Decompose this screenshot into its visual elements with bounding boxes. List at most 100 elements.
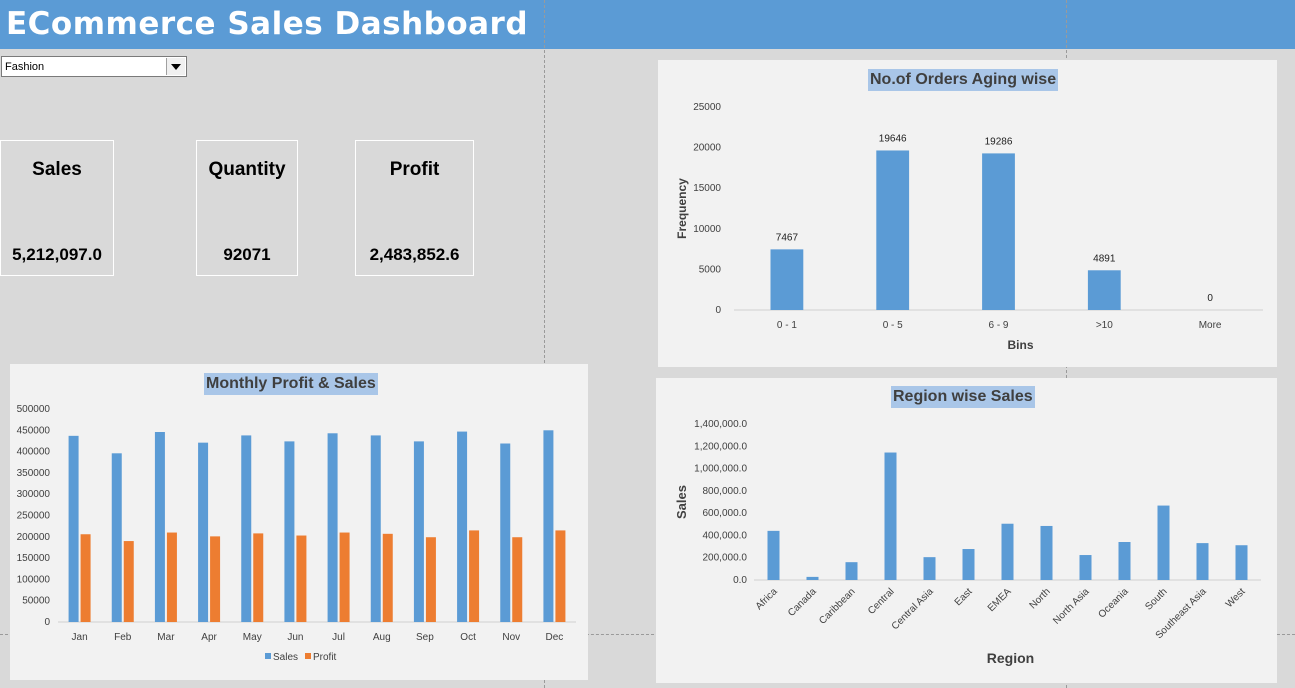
- x-tick-label: Africa: [754, 586, 780, 612]
- profit-bar: [210, 536, 221, 622]
- y-tick-label: 5000: [699, 264, 722, 275]
- x-tick-label: Jun: [287, 632, 303, 643]
- x-axis-title: Bins: [1007, 338, 1033, 352]
- sales-bar: [543, 430, 554, 622]
- bar: [982, 153, 1015, 310]
- profit-bar: [512, 537, 523, 622]
- profit-bar: [166, 532, 177, 622]
- bar: [770, 249, 804, 310]
- region-chart-panel[interactable]: Region wise Sales 0.0 200,000.0 400,000.0 6…: [656, 378, 1277, 683]
- x-tick-label: Jan: [72, 632, 88, 643]
- x-tick-label: Oct: [460, 632, 476, 643]
- data-label: 0: [1207, 293, 1213, 304]
- bar: [923, 557, 936, 580]
- y-tick-label: 250000: [17, 511, 51, 522]
- bar: [884, 452, 897, 580]
- sales-bar: [198, 442, 209, 622]
- orders-aging-chart: 0 5000 10000 15000 20000 25000 7467 0 - 1 19646 0…: [675, 102, 1263, 352]
- kpi-value: 2,483,852.6: [369, 245, 460, 264]
- y-tick-label: 800,000.0: [703, 486, 748, 497]
- y-tick-label: 20000: [693, 143, 721, 154]
- x-tick-label: Jul: [332, 632, 345, 643]
- data-label: 19646: [879, 133, 907, 144]
- x-tick-label: >10: [1096, 320, 1113, 331]
- region-sales-chart: 0.0 200,000.0 400,000.0 600,000.0 800,000.0 1…: [674, 419, 1261, 666]
- profit-bar: [382, 533, 393, 622]
- kpi-card-profit: Profit 2,483,852.6: [355, 140, 474, 276]
- y-tick-label: 450000: [17, 425, 51, 436]
- y-tick-label: 300000: [17, 489, 51, 500]
- bar: [1087, 270, 1121, 310]
- profit-bar: [123, 541, 134, 622]
- sales-bar: [111, 453, 122, 622]
- x-tick-label: 0 - 1: [777, 320, 797, 331]
- sales-bar: [457, 431, 468, 622]
- x-tick-label: Nov: [502, 632, 520, 643]
- sales-bar: [413, 441, 424, 622]
- sales-bar: [284, 441, 295, 622]
- x-tick-label: Caribbean: [817, 586, 857, 626]
- monthly-profit-sales-chart: 0 50000 100000 150000 200000 250000 300000 3500…: [17, 404, 576, 663]
- y-tick-label: 0.0: [733, 575, 747, 586]
- sales-bar: [68, 435, 79, 622]
- legend-swatch: [265, 653, 271, 659]
- bar: [767, 530, 780, 580]
- x-axis-title: Region: [987, 650, 1034, 666]
- header-bar: ECommerce Sales Dashboard: [0, 0, 1295, 49]
- y-axis-title: Sales: [674, 485, 689, 519]
- kpi-label: Sales: [32, 159, 82, 180]
- bar: [876, 150, 910, 310]
- profit-bar: [339, 532, 350, 622]
- x-tick-label: Mar: [157, 632, 175, 643]
- y-tick-label: 400,000.0: [703, 530, 748, 541]
- bar: [1196, 543, 1209, 580]
- y-tick-label: 400000: [17, 447, 51, 458]
- category-filter-dropdown[interactable]: Fashion: [1, 56, 187, 77]
- x-tick-label: West: [1224, 586, 1248, 610]
- sales-bar: [500, 443, 511, 622]
- sales-bar: [327, 433, 338, 622]
- x-tick-label: Apr: [201, 632, 217, 643]
- bar: [1001, 523, 1014, 580]
- kpi-label: Quantity: [208, 159, 286, 180]
- dropdown-arrow-button[interactable]: [166, 58, 185, 75]
- x-tick-label: Feb: [114, 632, 132, 643]
- y-tick-label: 200000: [17, 532, 51, 543]
- profit-bar: [555, 530, 566, 622]
- x-tick-label: North: [1028, 586, 1053, 611]
- x-tick-label: Aug: [373, 632, 391, 643]
- bar: [1157, 505, 1170, 580]
- y-tick-label: 1,200,000.0: [694, 441, 747, 452]
- orders-aging-chart-panel[interactable]: No.of Orders Aging wise 0 5000 10000 15000 2…: [658, 60, 1277, 367]
- legend-label: Sales: [273, 652, 298, 663]
- sales-bar: [370, 435, 381, 622]
- y-tick-label: 100000: [17, 574, 51, 585]
- x-tick-label: North Asia: [1051, 586, 1092, 627]
- profit-bar: [296, 535, 307, 622]
- y-tick-label: 1,400,000.0: [694, 419, 747, 430]
- x-tick-label: May: [243, 632, 262, 643]
- x-tick-label: Dec: [546, 632, 564, 643]
- y-tick-label: 350000: [17, 468, 51, 479]
- y-tick-label: 0: [44, 617, 50, 628]
- y-tick-label: 1,000,000.0: [694, 464, 747, 475]
- x-tick-label: Oceania: [1097, 586, 1131, 620]
- bar: [962, 549, 975, 580]
- x-tick-label: 6 - 9: [988, 320, 1008, 331]
- kpi-value: 92071: [223, 245, 271, 264]
- bar: [845, 562, 858, 580]
- x-tick-label: Sep: [416, 632, 434, 643]
- legend-label: Profit: [313, 652, 337, 663]
- profit-bar: [469, 530, 480, 622]
- data-label: 7467: [776, 232, 799, 243]
- profit-bar: [425, 537, 436, 622]
- dashboard-title: ECommerce Sales Dashboard: [6, 6, 529, 42]
- monthly-chart-panel[interactable]: Monthly Profit & Sales 0 50000 100000 15000…: [10, 364, 588, 680]
- x-tick-label: East: [953, 586, 975, 608]
- chevron-down-icon: [171, 64, 181, 70]
- x-tick-label: South: [1143, 586, 1169, 612]
- kpi-value: 5,212,097.0: [12, 245, 102, 264]
- x-tick-label: Canada: [786, 586, 819, 619]
- y-axis-title: Frequency: [675, 178, 689, 239]
- bar: [1235, 545, 1248, 580]
